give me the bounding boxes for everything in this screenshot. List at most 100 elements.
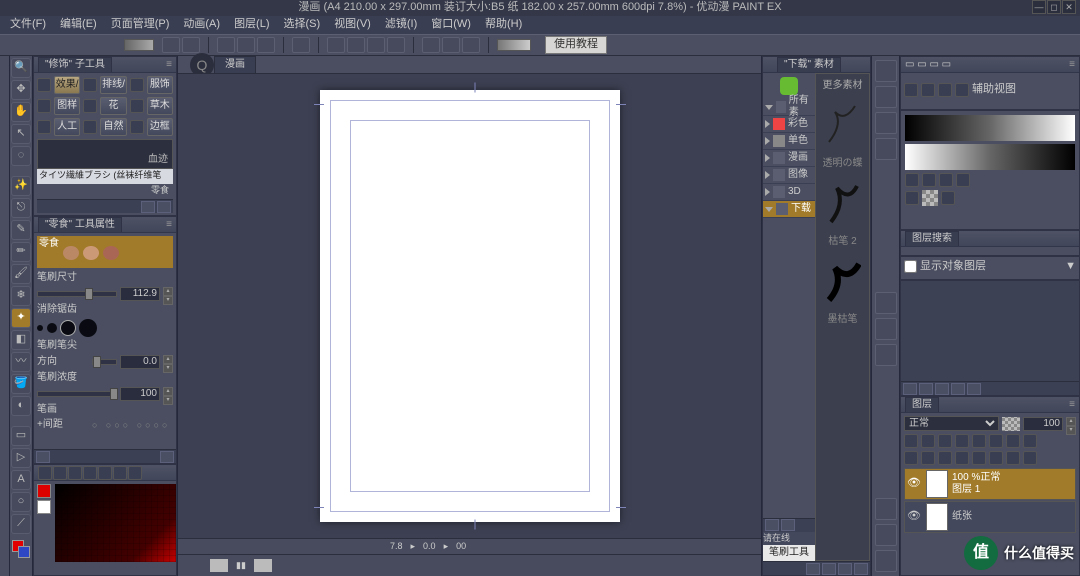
- rs-prop-icon[interactable]: [875, 550, 897, 572]
- lb-5-icon[interactable]: [972, 451, 986, 465]
- subtool-menu2-icon[interactable]: [157, 201, 171, 213]
- timeline-thumb-1[interactable]: [210, 559, 228, 572]
- subtool-cloth[interactable]: 服饰: [147, 76, 173, 94]
- cmdbar-tab[interactable]: [124, 39, 154, 51]
- tutorial-button[interactable]: 使用教程: [545, 36, 607, 53]
- quick-tabs[interactable]: ▭ ▭ ▭ ▭: [905, 59, 951, 71]
- nv-1-icon[interactable]: [905, 173, 919, 187]
- tool-wand-icon[interactable]: ✨: [11, 176, 31, 196]
- lb-4-icon[interactable]: [955, 451, 969, 465]
- subtool-grass[interactable]: 草木: [147, 97, 173, 115]
- zoom-readout[interactable]: 7.8: [390, 541, 403, 552]
- cmd-open-icon[interactable]: [182, 37, 200, 53]
- la-1-icon[interactable]: [904, 434, 918, 448]
- cmd-crop-icon[interactable]: [327, 37, 345, 53]
- colortab-7-icon[interactable]: [128, 466, 142, 480]
- rs-subview-icon[interactable]: [875, 86, 897, 108]
- dir-slider[interactable]: [92, 359, 117, 365]
- prop-save-icon[interactable]: [36, 451, 50, 463]
- cmd-zoom-icon[interactable]: [347, 37, 365, 53]
- subtool-effect[interactable]: 效果/: [54, 76, 80, 94]
- toolprop-menu-icon[interactable]: ≡: [166, 219, 172, 231]
- cmd-redo-icon[interactable]: [257, 37, 275, 53]
- tool-gradient-icon[interactable]: ◐: [11, 396, 31, 416]
- tool-brush-icon[interactable]: 🖌: [11, 264, 31, 284]
- lb-2-icon[interactable]: [921, 451, 935, 465]
- nv-2-icon[interactable]: [922, 173, 936, 187]
- lb-3-icon[interactable]: [938, 451, 952, 465]
- mat-foot4-icon[interactable]: [854, 563, 868, 575]
- menu-help[interactable]: 帮助(H): [479, 17, 528, 32]
- preset-snack[interactable]: 零食: [37, 184, 173, 199]
- menu-file[interactable]: 文件(F): [4, 17, 52, 32]
- mat-trash-icon[interactable]: [781, 519, 795, 531]
- layer-search-title[interactable]: 图层搜索: [905, 231, 959, 246]
- tree-mono[interactable]: 单色: [763, 133, 815, 150]
- lb-8-icon[interactable]: [1023, 451, 1037, 465]
- cmd-rotate-icon[interactable]: [367, 37, 385, 53]
- colortab-6-icon[interactable]: [113, 466, 127, 480]
- angle-readout[interactable]: 0.0: [423, 541, 436, 552]
- tree-image[interactable]: 图像: [763, 167, 815, 184]
- tool-dropper-icon[interactable]: ⎋: [11, 198, 31, 218]
- opacity-stepper[interactable]: ▴▾: [1066, 417, 1076, 431]
- subtool-hatch[interactable]: 排线/: [100, 76, 126, 94]
- tool-eraser-icon[interactable]: ◧: [11, 330, 31, 350]
- size-stepper[interactable]: ▴▾: [163, 287, 173, 301]
- nv-6-icon[interactable]: [941, 191, 955, 205]
- tool-blend-icon[interactable]: 〰: [11, 352, 31, 372]
- density-slider[interactable]: [37, 391, 117, 397]
- rs-history-icon[interactable]: [875, 112, 897, 134]
- rs-nav-icon[interactable]: [875, 60, 897, 82]
- tool-spray-icon[interactable]: ❄: [11, 286, 31, 306]
- tool-move-icon[interactable]: ✥: [11, 80, 31, 100]
- lp-3-icon[interactable]: [935, 383, 949, 395]
- mat-foot1-icon[interactable]: [806, 563, 820, 575]
- left-tab-strip[interactable]: [0, 56, 10, 576]
- tone-curve[interactable]: [905, 115, 1075, 141]
- density-value[interactable]: 100: [120, 387, 160, 401]
- brush-stroke-2[interactable]: [825, 182, 861, 224]
- tool-zoom-icon[interactable]: 🔍: [11, 58, 31, 78]
- rs-search-icon[interactable]: [875, 524, 897, 546]
- brush-tool-tag[interactable]: 笔刷工具: [763, 545, 815, 561]
- minimize-button[interactable]: —: [1032, 0, 1046, 14]
- menu-edit[interactable]: 编辑(E): [54, 17, 103, 32]
- qb-1-icon[interactable]: [904, 83, 918, 97]
- eye-icon[interactable]: 👁: [906, 510, 922, 523]
- subtool-border[interactable]: 边框: [147, 118, 173, 136]
- cmd-save-icon[interactable]: [217, 37, 235, 53]
- tree-color[interactable]: 彩色: [763, 116, 815, 133]
- color-set-grid[interactable]: [55, 484, 176, 562]
- prop-wrench-icon[interactable]: [160, 451, 174, 463]
- lp-4-icon[interactable]: [951, 383, 965, 395]
- brush-stroke-1[interactable]: [825, 104, 861, 146]
- layer-tab[interactable]: 图层: [905, 397, 939, 412]
- maximize-button[interactable]: ◻: [1047, 0, 1061, 14]
- subtool-pattern[interactable]: 图样: [54, 97, 80, 115]
- cmd-3d-icon[interactable]: [442, 37, 460, 53]
- subtool-menu-icon[interactable]: ≡: [166, 59, 172, 71]
- tool-hand-icon[interactable]: ✋: [11, 102, 31, 122]
- rs-autoaction-icon[interactable]: [875, 138, 897, 160]
- lp-1-icon[interactable]: [903, 383, 917, 395]
- aux-label[interactable]: 辅助视图: [972, 83, 1016, 96]
- tool-operate-icon[interactable]: ↖: [11, 124, 31, 144]
- colortab-5-icon[interactable]: [98, 466, 112, 480]
- colortab-3-icon[interactable]: [68, 466, 82, 480]
- menu-window[interactable]: 窗口(W): [425, 17, 477, 32]
- la-8-icon[interactable]: [1023, 434, 1037, 448]
- subtool-title[interactable]: "修饰" 子工具: [38, 57, 112, 72]
- lp-2-icon[interactable]: [919, 383, 933, 395]
- dir-stepper[interactable]: ▴▾: [163, 355, 173, 369]
- tone-curve-2[interactable]: [905, 144, 1075, 170]
- la-5-icon[interactable]: [972, 434, 986, 448]
- la-4-icon[interactable]: [955, 434, 969, 448]
- tool-selection-icon[interactable]: ▷: [11, 448, 31, 468]
- qb-3-icon[interactable]: [938, 83, 952, 97]
- bg-color[interactable]: [18, 546, 30, 558]
- checker-icon[interactable]: [922, 190, 938, 206]
- cmd-delete-icon[interactable]: [292, 37, 310, 53]
- tree-3d[interactable]: 3D: [763, 184, 815, 201]
- material-more-label[interactable]: 更多素材: [823, 80, 863, 92]
